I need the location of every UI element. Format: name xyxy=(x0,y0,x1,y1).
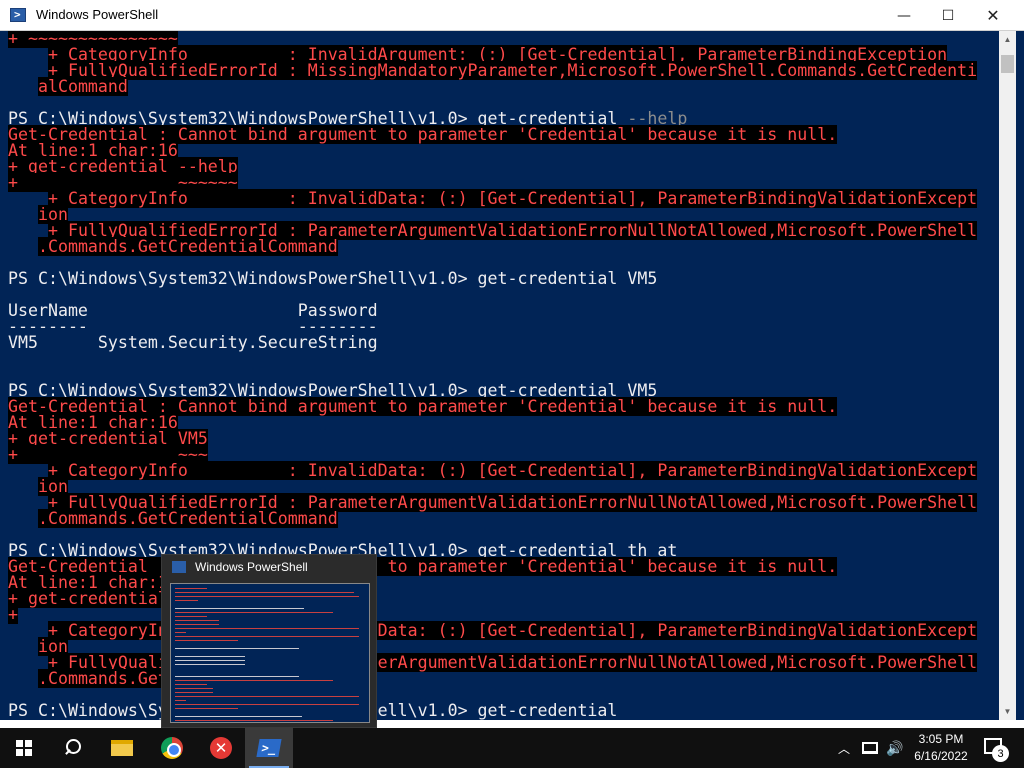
thumbnail-line xyxy=(175,692,213,693)
thumbnail-line xyxy=(175,624,219,625)
thumbnail-line xyxy=(175,704,360,705)
title-bar: > Windows PowerShell — ☐ ✕ xyxy=(0,0,1024,31)
thumbnail-line xyxy=(175,632,187,633)
powershell-icon: > xyxy=(10,8,26,22)
console-text: PS C:\Windows\System32\WindowsPowerShell… xyxy=(8,269,658,288)
window-bottom-edge xyxy=(0,720,1024,728)
close-button[interactable]: ✕ xyxy=(970,0,1016,31)
file-explorer-button[interactable] xyxy=(98,728,146,768)
console-line: + CategoryInfo : InvalidData: (:) [Get-C… xyxy=(8,461,978,480)
console-error-text: .Commands.GetCredentialCommand xyxy=(37,237,338,256)
vertical-scrollbar[interactable]: ▲ ▼ xyxy=(999,31,1016,720)
window-title: Windows PowerShell xyxy=(36,7,159,22)
thumbnail-line xyxy=(175,600,198,601)
thumbnail-line xyxy=(175,696,360,697)
clock-time: 3:05 PM xyxy=(918,732,964,746)
console-lines: + ~~~~~~~~~~~~~~~ + CategoryInfo : Inval… xyxy=(8,31,978,719)
console-line: + CategoryInfo : InvalidData: (:) [Get-C… xyxy=(8,189,978,208)
console-line: PS C:\Windows\System32\WindowsPowerShell… xyxy=(8,702,977,719)
powershell-button[interactable]: >_ xyxy=(245,728,293,768)
thumbnail-line xyxy=(175,656,246,657)
taskbar-thumbnail-preview[interactable]: Windows PowerShell xyxy=(161,554,377,728)
app-x-button[interactable]: ✕ xyxy=(197,728,245,768)
console-error-text: .Commands.GetCredentialCommand xyxy=(37,509,338,528)
console-line: alCommand xyxy=(8,77,977,96)
clock-date: 6/16/2022 xyxy=(914,749,968,763)
folder-icon xyxy=(111,740,133,756)
console-line: .Commands.GetCredentialCommand xyxy=(8,509,977,528)
thumbnail-line xyxy=(175,588,208,589)
thumbnail-line xyxy=(175,640,238,641)
volume-icon[interactable]: 🔊 xyxy=(886,728,903,768)
thumbnail-line xyxy=(175,596,360,597)
system-clock[interactable]: 3:05 PM 6/16/2022 xyxy=(910,731,972,765)
thumbnail-line xyxy=(175,648,299,649)
thumbnail-line xyxy=(175,612,333,613)
thumbnail-line xyxy=(175,676,299,677)
windows-start-icon xyxy=(16,740,32,756)
thumbnail-line xyxy=(175,688,213,689)
console-line: PS C:\Windows\System32\WindowsPowerShell… xyxy=(8,269,977,288)
red-x-icon: ✕ xyxy=(210,737,232,759)
taskbar: ✕ >_ ︿ 🔊 3:05 PM 6/16/2022 3 xyxy=(0,728,1024,768)
console-error-text: + FullyQualifiedErrorId : MissingMandato… xyxy=(47,61,978,80)
search-icon xyxy=(64,739,81,757)
preview-thumbnail-image[interactable] xyxy=(170,583,370,723)
console-text: VM5 System.Security.SecureString xyxy=(8,333,378,352)
thumbnail-line xyxy=(175,708,238,709)
console-line: + CategoryInfo : InvalidData: (:) [Get-C… xyxy=(8,621,978,640)
preview-title: Windows PowerShell xyxy=(195,560,308,574)
thumbnail-line xyxy=(175,628,360,629)
thumbnail-line xyxy=(175,636,360,637)
console-error-text: + CategoryInfo : InvalidData: (:) [Get-C… xyxy=(47,189,978,208)
thumbnail-line xyxy=(175,620,219,621)
thumbnail-line xyxy=(175,608,305,609)
chrome-button[interactable] xyxy=(148,728,196,768)
powershell-icon xyxy=(172,561,186,573)
thumbnail-line xyxy=(175,592,354,593)
console-line: + FullyQualifiedErrorId : MissingMandato… xyxy=(8,61,978,80)
start-button[interactable] xyxy=(0,728,48,768)
scroll-down-arrow-icon[interactable]: ▼ xyxy=(999,703,1016,720)
console-output[interactable]: + ~~~~~~~~~~~~~~~ + CategoryInfo : Inval… xyxy=(0,31,999,720)
thumbnail-line xyxy=(175,716,303,717)
thumbnail-line xyxy=(175,700,187,701)
notification-count-badge: 3 xyxy=(992,745,1009,762)
minimize-button[interactable]: — xyxy=(881,0,927,31)
thumbnail-line xyxy=(175,660,246,661)
thumbnail-line xyxy=(175,684,208,685)
show-hidden-icons-chevron-icon[interactable]: ︿ xyxy=(838,728,850,768)
console-error-text: alCommand xyxy=(37,77,128,96)
scroll-up-arrow-icon[interactable]: ▲ xyxy=(999,31,1016,48)
search-button[interactable] xyxy=(48,728,96,768)
network-icon[interactable] xyxy=(862,728,878,768)
console-line: + get-credential th at xyxy=(8,589,977,608)
thumbnail-line xyxy=(175,720,333,721)
thumbnail-line xyxy=(175,616,208,617)
maximize-button[interactable]: ☐ xyxy=(925,0,971,31)
chrome-icon xyxy=(161,737,183,759)
console-line: VM5 System.Security.SecureString xyxy=(8,333,977,352)
thumbnail-line xyxy=(175,680,333,681)
console-line: .Commands.GetCredentialCommand xyxy=(8,237,977,256)
thumbnail-line xyxy=(175,664,246,665)
console-line: .Commands.GetCredentialCommand xyxy=(8,669,977,688)
powershell-icon: >_ xyxy=(256,739,282,757)
scroll-thumb[interactable] xyxy=(1001,55,1014,73)
console-error-text: + CategoryInfo : InvalidData: (:) [Get-C… xyxy=(47,461,978,480)
